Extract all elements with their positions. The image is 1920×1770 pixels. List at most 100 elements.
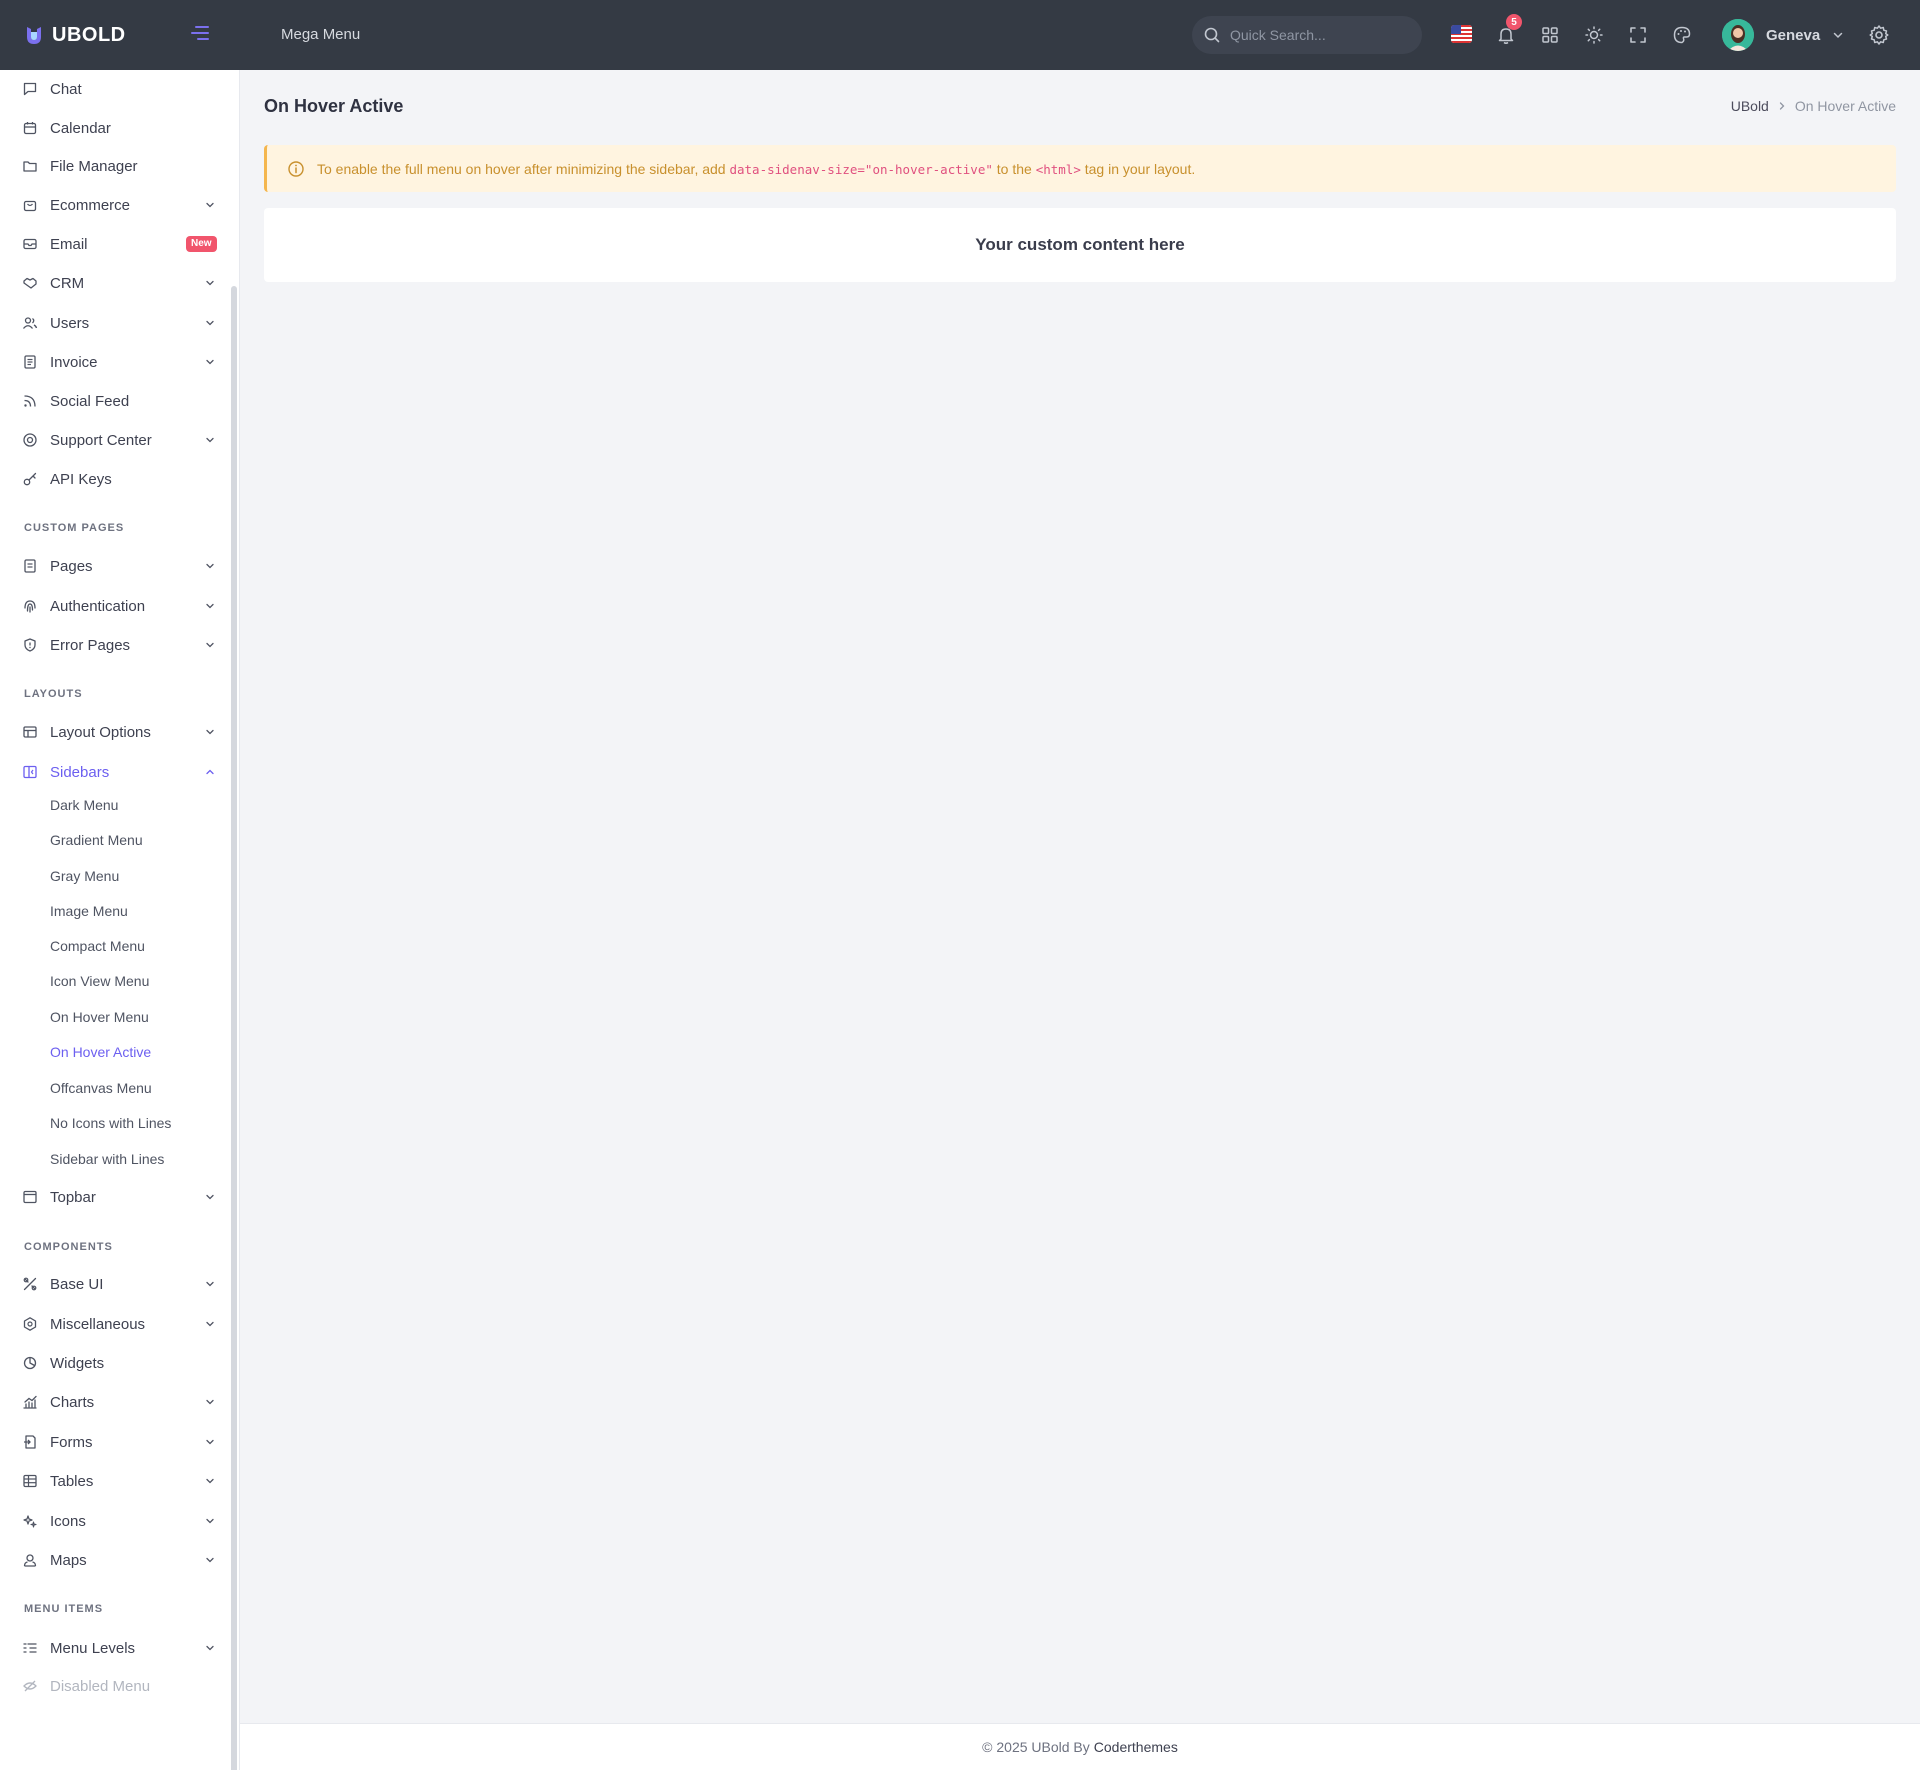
- sidebar-item-label: Menu Levels: [50, 1639, 136, 1657]
- footer: © 2025 UBold By Coderthemes: [240, 1723, 1920, 1770]
- sidebar-item-base-ui[interactable]: Base UI: [0, 1268, 228, 1300]
- chevron-down-icon: [206, 1478, 214, 1484]
- breadcrumb-root-link[interactable]: UBold: [1731, 98, 1769, 114]
- chat-icon: [22, 81, 38, 97]
- submenu-item-on-hover-active[interactable]: On Hover Active: [50, 1040, 151, 1064]
- chevron-down-icon: [206, 1194, 214, 1200]
- submenu-item-gray-menu[interactable]: Gray Menu: [50, 864, 119, 888]
- submenu-item-icon-view-menu[interactable]: Icon View Menu: [50, 969, 149, 993]
- submenu-item-no-icons-with-lines[interactable]: No Icons with Lines: [50, 1111, 171, 1135]
- mega-menu-link[interactable]: Mega Menu: [281, 0, 360, 70]
- chevron-down-icon: [206, 642, 214, 648]
- info-circle-icon: [288, 160, 304, 177]
- page-icon: [22, 558, 38, 574]
- submenu-item-gradient-menu[interactable]: Gradient Menu: [50, 828, 143, 852]
- chevron-down-icon: [206, 320, 214, 326]
- sidebar-item-social-feed[interactable]: Social Feed: [0, 385, 228, 417]
- layout-icon: [22, 724, 38, 740]
- sidebar-item-chat[interactable]: Chat: [0, 73, 228, 105]
- chevron-down-icon: [206, 359, 214, 365]
- sidebar-item-label: Widgets: [50, 1354, 105, 1372]
- sidebar-item-maps[interactable]: Maps: [0, 1544, 228, 1576]
- search-icon: [1204, 27, 1220, 43]
- sidebar-item-support-center[interactable]: Support Center: [0, 424, 228, 456]
- sidebar-item-crm[interactable]: CRM: [0, 267, 228, 299]
- logo-icon: [27, 27, 41, 44]
- palette-icon[interactable]: [1669, 22, 1695, 48]
- sidebar: Chat Calendar File Manager Ecommerce Ema…: [0, 70, 240, 1770]
- mail-icon: [22, 236, 38, 252]
- sidebar-item-menu-levels[interactable]: Menu Levels: [0, 1632, 228, 1664]
- footer-brand-link[interactable]: Coderthemes: [1094, 1739, 1178, 1755]
- sidebar-item-label: Email: [50, 235, 88, 253]
- menu-toggle-button[interactable]: [191, 26, 211, 44]
- sidebar-item-icons[interactable]: Icons: [0, 1505, 228, 1537]
- sidebar-item-label: Miscellaneous: [50, 1315, 146, 1333]
- content-card: Your custom content here: [264, 208, 1896, 282]
- sidebar-layout-icon: [22, 764, 38, 780]
- submenu-item-offcanvas-menu[interactable]: Offcanvas Menu: [50, 1076, 152, 1100]
- sidebar-scrollbar[interactable]: [231, 286, 237, 1770]
- invoice-icon: [22, 354, 38, 370]
- sidebar-item-label: Disabled Menu: [50, 1677, 151, 1695]
- sidebar-item-users[interactable]: Users: [0, 307, 228, 339]
- sidebar-item-email[interactable]: Email New: [0, 228, 228, 260]
- sidebar-item-invoice[interactable]: Invoice: [0, 346, 228, 378]
- submenu-item-dark-menu[interactable]: Dark Menu: [50, 793, 118, 817]
- settings-gear-icon[interactable]: [1866, 22, 1892, 48]
- sidebar-item-label: Users: [50, 314, 90, 332]
- sidebar-item-charts[interactable]: Charts: [0, 1386, 228, 1418]
- submenu-item-sidebar-with-lines[interactable]: Sidebar with Lines: [50, 1147, 164, 1171]
- list-tree-icon: [22, 1640, 38, 1656]
- new-badge: New: [186, 236, 217, 252]
- sidebar-item-topbar[interactable]: Topbar: [0, 1181, 228, 1213]
- sidebar-item-label: Tables: [50, 1472, 94, 1490]
- sidebar-item-api-keys[interactable]: API Keys: [0, 463, 228, 495]
- sparkle-icon: [22, 1513, 38, 1529]
- search-input[interactable]: [1230, 27, 1410, 43]
- sidebar-item-widgets[interactable]: Widgets: [0, 1347, 228, 1379]
- fullscreen-icon[interactable]: [1625, 22, 1651, 48]
- chevron-down-icon: [1833, 32, 1843, 39]
- topbar-layout-icon: [22, 1189, 38, 1205]
- sidebar-item-miscellaneous[interactable]: Miscellaneous: [0, 1308, 228, 1340]
- chevron-down-icon: [206, 1281, 214, 1287]
- submenu-item-image-menu[interactable]: Image Menu: [50, 899, 128, 923]
- sidebar-item-label: File Manager: [50, 157, 138, 175]
- info-alert: To enable the full menu on hover after m…: [264, 145, 1896, 192]
- users-icon: [22, 315, 38, 331]
- sidebar-item-layout-options[interactable]: Layout Options: [0, 716, 228, 748]
- sidebar-item-label: Sidebars: [50, 763, 110, 781]
- map-pin-icon: [22, 1552, 38, 1568]
- logo[interactable]: UBOLD: [24, 0, 126, 70]
- user-menu[interactable]: Geneva: [1722, 17, 1844, 53]
- apps-grid-icon[interactable]: [1537, 22, 1563, 48]
- submenu-item-compact-menu[interactable]: Compact Menu: [50, 934, 145, 958]
- sidebar-item-disabled-menu: Disabled Menu: [0, 1670, 228, 1702]
- sidebar-item-label: Ecommerce: [50, 196, 131, 214]
- sidebar-item-ecommerce[interactable]: Ecommerce: [0, 189, 228, 221]
- sidebar-item-error-pages[interactable]: Error Pages: [0, 629, 228, 661]
- sidebar-item-pages[interactable]: Pages: [0, 550, 228, 582]
- sun-icon[interactable]: [1581, 22, 1607, 48]
- sidebar-item-sidebars[interactable]: Sidebars: [0, 756, 228, 788]
- sidebar-item-label: Support Center: [50, 431, 152, 449]
- sidebar-item-tables[interactable]: Tables: [0, 1465, 228, 1497]
- sidebar-item-file-manager[interactable]: File Manager: [0, 150, 228, 182]
- sidebar-item-forms[interactable]: Forms: [0, 1426, 228, 1458]
- shield-icon: [22, 637, 38, 653]
- lifebuoy-icon: [22, 432, 38, 448]
- chevron-down-icon: [206, 1439, 214, 1445]
- page-title: On Hover Active: [264, 96, 404, 116]
- alert-mid: to the: [996, 160, 1032, 177]
- sidebar-item-authentication[interactable]: Authentication: [0, 590, 228, 622]
- submenu-item-on-hover-menu[interactable]: On Hover Menu: [50, 1005, 149, 1029]
- alert-prefix: To enable the full menu on hover after m…: [317, 160, 726, 177]
- search-box[interactable]: [1192, 16, 1422, 54]
- us-flag-icon[interactable]: [1451, 25, 1472, 43]
- section-title-custom-pages: CUSTOM PAGES: [24, 522, 125, 534]
- tools-icon: [22, 1276, 38, 1292]
- sidebar-item-calendar[interactable]: Calendar: [0, 112, 228, 144]
- sidebar-item-label: Calendar: [50, 119, 111, 137]
- alert-code-html-tag: <html>: [1035, 161, 1081, 177]
